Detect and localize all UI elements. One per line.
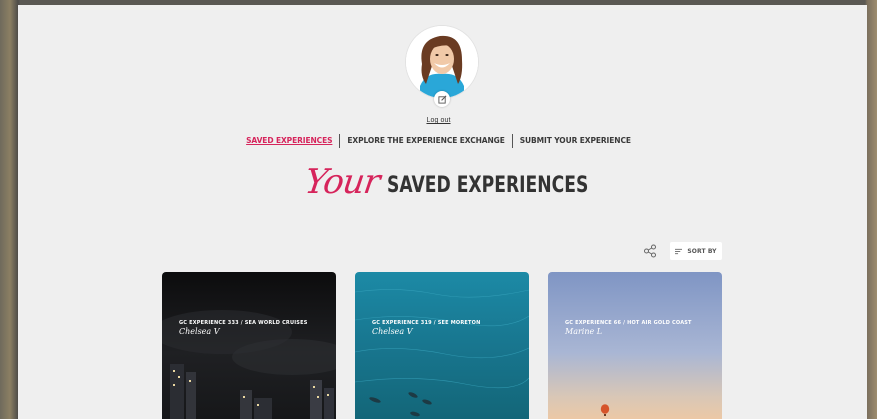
sort-by-label: SORT BY <box>687 247 717 255</box>
experience-card[interactable]: GC EXPERIENCE 319 / SEE MORETON Chelsea … <box>355 272 529 419</box>
night-cityscape-image <box>162 272 336 419</box>
experience-card-title: GC EXPERIENCE 319 / SEE MORETON <box>372 320 481 326</box>
share-icon[interactable] <box>643 244 657 258</box>
avatar[interactable] <box>406 26 478 98</box>
experience-card-author: Marine L <box>565 327 603 336</box>
edit-avatar-button[interactable] <box>434 91 450 107</box>
logout-link[interactable]: Log out <box>0 117 877 124</box>
tab-saved-experiences[interactable]: SAVED EXPERIENCES <box>239 134 339 148</box>
edit-pencil-icon <box>437 95 446 104</box>
sort-by-button[interactable]: SORT BY <box>670 242 722 260</box>
ocean-dolphins-image <box>355 272 529 419</box>
experience-nav: SAVED EXPERIENCES EXPLORE THE EXPERIENCE… <box>0 134 877 148</box>
sort-lines-icon <box>675 248 683 254</box>
avatar-photo <box>406 26 478 98</box>
hot-air-balloon-sky-image <box>548 272 722 419</box>
experience-card[interactable]: GC EXPERIENCE 66 / HOT AIR GOLD COAST Ma… <box>548 272 722 419</box>
tab-explore-experience-exchange[interactable]: EXPLORE THE EXPERIENCE EXCHANGE <box>340 134 511 148</box>
experience-card-title: GC EXPERIENCE 333 / SEA WORLD CRUISES <box>179 320 308 326</box>
page-title-text: SAVED EXPERIENCES <box>387 173 589 198</box>
experience-card[interactable]: GC EXPERIENCE 333 / SEA WORLD CRUISES Ch… <box>162 272 336 419</box>
experience-card-author: Chelsea V <box>372 327 413 336</box>
tab-submit-experience[interactable]: SUBMIT YOUR EXPERIENCE <box>513 134 638 148</box>
page-title: Your SAVED EXPERIENCES <box>0 162 877 202</box>
experience-card-author: Chelsea V <box>179 327 220 336</box>
experience-card-title: GC EXPERIENCE 66 / HOT AIR GOLD COAST <box>565 320 692 326</box>
page-title-script: Your <box>302 162 382 202</box>
